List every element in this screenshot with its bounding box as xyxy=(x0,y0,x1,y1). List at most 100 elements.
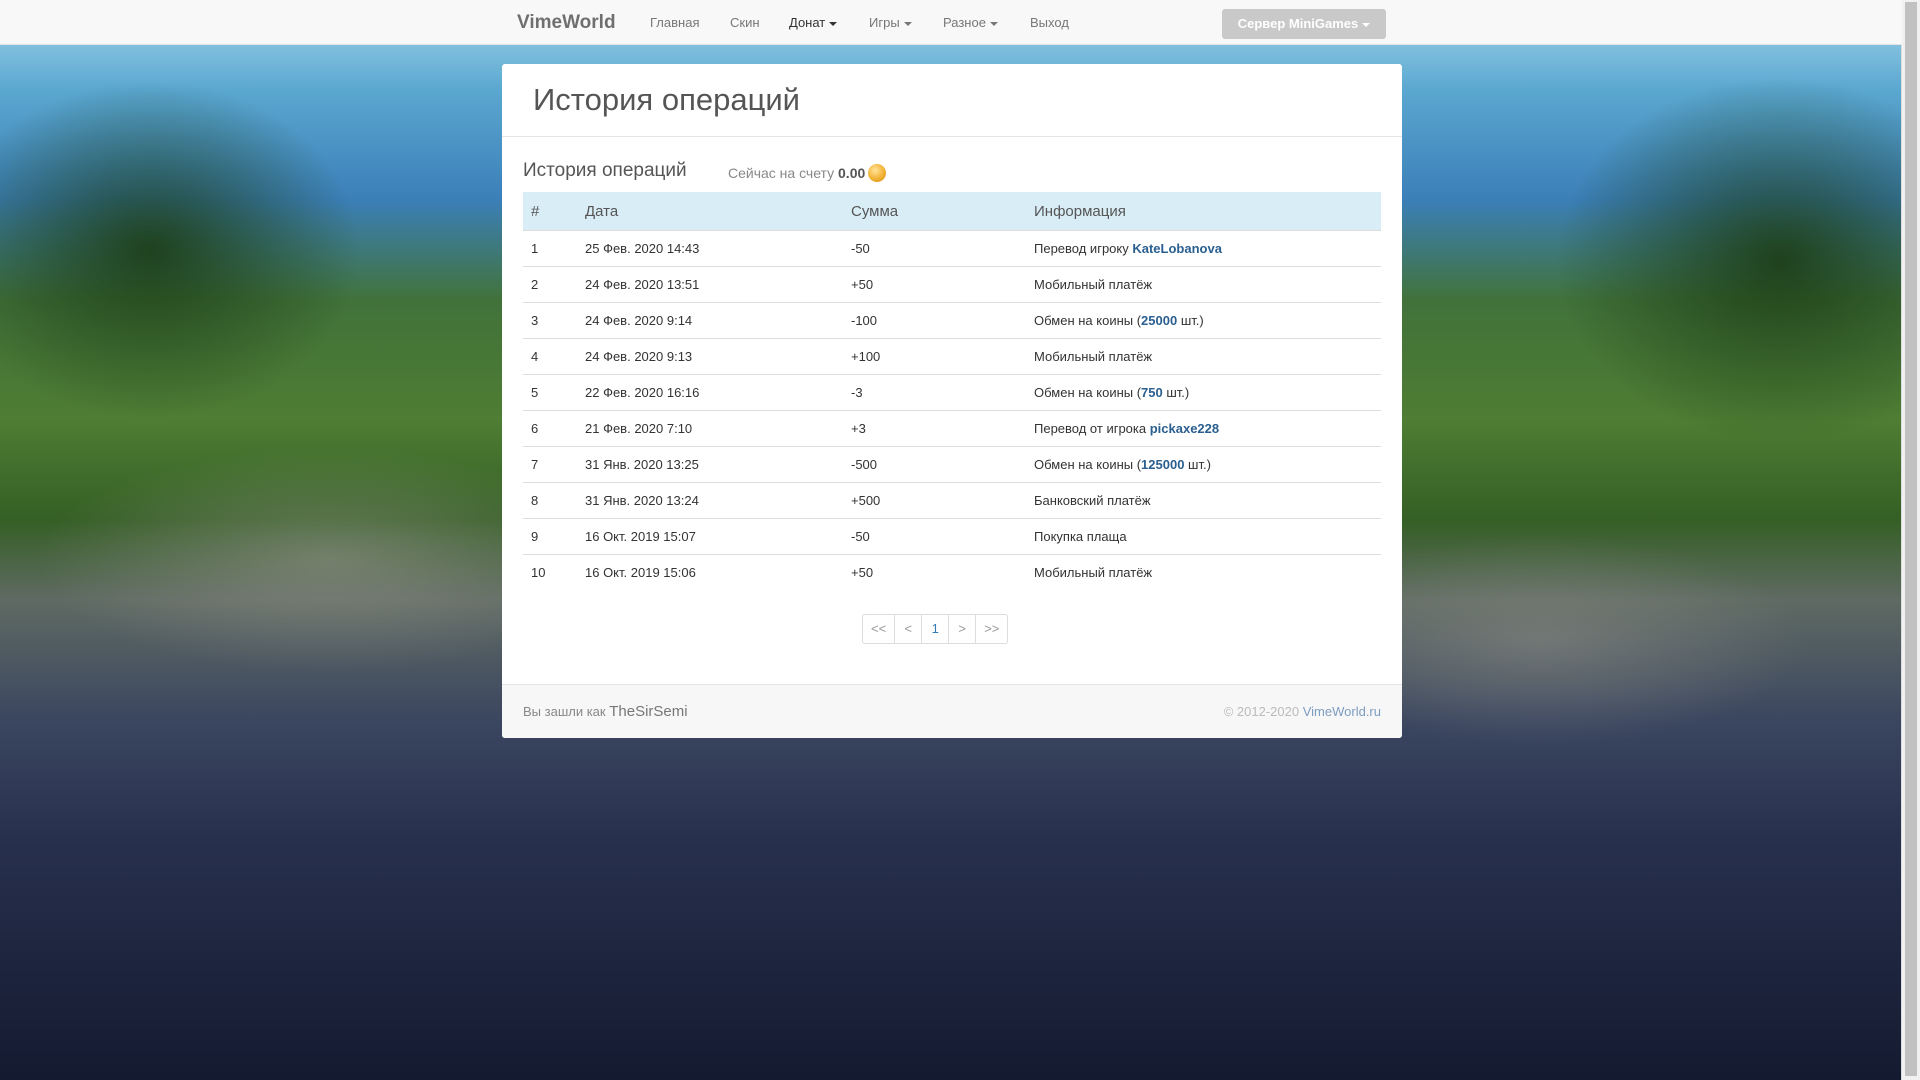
table-row: 5 22 Фев. 2020 16:16 -3 Обмен на коины (750… xyxy=(523,374,1381,411)
top-navbar: VimeWorld Главная Скин Донат Игры Разное… xyxy=(0,0,1902,45)
info-link[interactable]: KateLobanova xyxy=(1132,241,1222,256)
nav-item-donate-label: Донат xyxy=(789,15,826,30)
table-row: 9 16 Окт. 2019 15:07 -50 Покупка плаща xyxy=(523,518,1381,555)
cell-sum: +500 xyxy=(843,482,1026,519)
cell-sum: +100 xyxy=(843,338,1026,375)
column-header-info: Информация xyxy=(1034,202,1126,220)
operations-table-body: 1 25 Фев. 2020 14:43 -50 Перевод игроку Kat… xyxy=(523,230,1381,590)
cell-sum: -50 xyxy=(843,518,1026,555)
cell-sum: -50 xyxy=(843,230,1026,267)
info-text: Покупка плаща xyxy=(1034,529,1127,544)
nav-item-games[interactable]: Игры xyxy=(869,15,912,30)
header-divider xyxy=(502,136,1402,137)
pagination-first-button[interactable]: << xyxy=(862,614,896,644)
info-text: Перевод от игрока xyxy=(1034,421,1150,436)
info-text: Обмен на коины ( xyxy=(1034,313,1142,328)
info-text-suffix: шт.) xyxy=(1162,385,1190,400)
nav-item-skin[interactable]: Скин xyxy=(730,15,760,30)
cell-sum: -3 xyxy=(843,374,1026,411)
table-row: 8 31 Янв. 2020 13:24 +500 Банковский платёж xyxy=(523,482,1381,519)
pagination-next-button[interactable]: > xyxy=(948,614,977,644)
main-panel: История операций История операций Сейчас… xyxy=(502,64,1402,738)
cell-date: 16 Окт. 2019 15:06 xyxy=(577,554,843,590)
info-text: Перевод игроку xyxy=(1034,241,1133,256)
cell-number: 1 xyxy=(523,230,577,267)
brand-logo[interactable]: VimeWorld xyxy=(517,12,616,34)
info-text: Обмен на коины ( xyxy=(1034,457,1142,472)
cell-sum: +50 xyxy=(843,554,1026,590)
info-text: Мобильный платёж xyxy=(1034,349,1153,364)
nav-item-donate[interactable]: Донат xyxy=(789,15,838,30)
table-row: 3 24 Фев. 2020 9:14 -100 Обмен на коины (25… xyxy=(523,302,1381,339)
table-header-row: # Дата Сумма Информация xyxy=(523,192,1381,231)
cell-info: Перевод игроку KateLobanova xyxy=(1026,230,1381,267)
operations-table: # Дата Сумма Информация 1 25 Фев. 2020 14… xyxy=(523,192,1381,590)
info-link[interactable]: 25000 xyxy=(1141,313,1177,328)
nav-item-misc[interactable]: Разное xyxy=(943,15,998,30)
column-header-sum: Сумма xyxy=(851,202,899,220)
cell-info: Обмен на коины (25000 шт.) xyxy=(1026,302,1381,339)
page-scrollbar[interactable] xyxy=(1901,0,1920,1080)
cell-date: 24 Фев. 2020 9:13 xyxy=(577,338,843,375)
cell-info: Обмен на коины (125000 шт.) xyxy=(1026,446,1381,483)
nav-item-games-label: Игры xyxy=(869,15,900,30)
chevron-down-icon xyxy=(829,21,838,26)
cell-date: 16 Окт. 2019 15:07 xyxy=(577,518,843,555)
site-link[interactable]: VimeWorld.ru xyxy=(1303,704,1381,719)
table-row: 7 31 Янв. 2020 13:25 -500 Обмен на коины (1… xyxy=(523,446,1381,483)
chevron-down-icon xyxy=(903,21,912,26)
cell-number: 4 xyxy=(523,338,577,375)
pagination-prev-button[interactable]: < xyxy=(894,614,923,644)
nav-item-home[interactable]: Главная xyxy=(650,15,699,30)
table-row: 1 25 Фев. 2020 14:43 -50 Перевод игроку Kat… xyxy=(523,230,1381,267)
table-row: 10 16 Окт. 2019 15:06 +50 Мобильный платёж xyxy=(523,554,1381,590)
page-title: История операций xyxy=(533,82,800,117)
pagination: << <1 > >> xyxy=(862,614,1009,644)
info-link[interactable]: 125000 xyxy=(1141,457,1184,472)
cell-sum: -100 xyxy=(843,302,1026,339)
logged-in-label: Вы зашли как xyxy=(523,704,606,719)
pagination-page-1[interactable]: 1 xyxy=(921,614,950,644)
info-text: Банковский платёж xyxy=(1034,493,1151,508)
info-text: Мобильный платёж xyxy=(1034,565,1153,580)
nav-item-logout[interactable]: Выход xyxy=(1030,15,1069,30)
panel-footer: Вы зашли как TheSirSemi © 2012-2020 Vime… xyxy=(502,684,1402,738)
cell-date: 24 Фев. 2020 9:14 xyxy=(577,302,843,339)
logged-in-info: Вы зашли как TheSirSemi xyxy=(523,703,688,720)
cell-info: Покупка плаща xyxy=(1026,518,1381,555)
info-text: Мобильный платёж xyxy=(1034,277,1153,292)
coin-icon xyxy=(868,164,887,182)
cell-sum: -500 xyxy=(843,446,1026,483)
chevron-down-icon xyxy=(1362,22,1371,27)
chevron-down-icon xyxy=(989,21,998,26)
cell-sum: +3 xyxy=(843,410,1026,447)
info-link[interactable]: 750 xyxy=(1141,385,1163,400)
cell-number: 3 xyxy=(523,302,577,339)
cell-date: 24 Фев. 2020 13:51 xyxy=(577,266,843,303)
column-header-date: Дата xyxy=(585,202,619,220)
cell-number: 6 xyxy=(523,410,577,447)
cell-info: Банковский платёж xyxy=(1026,482,1381,519)
cell-date: 25 Фев. 2020 14:43 xyxy=(577,230,843,267)
table-row: 2 24 Фев. 2020 13:51 +50 Мобильный платёж xyxy=(523,266,1381,303)
copyright-text: © 2012-2020 xyxy=(1223,704,1300,719)
balance-indicator: Сейчас на счету 0.00 xyxy=(728,164,887,182)
section-heading: История операций xyxy=(523,160,687,181)
info-link[interactable]: pickaxe228 xyxy=(1150,421,1219,436)
pagination-last-button[interactable]: >> xyxy=(975,614,1009,644)
nav-item-misc-label: Разное xyxy=(943,15,986,30)
info-text-suffix: шт.) xyxy=(1177,313,1204,328)
cell-number: 5 xyxy=(523,374,577,411)
cell-number: 10 xyxy=(523,554,577,590)
scrollbar-thumb[interactable] xyxy=(1905,2,1917,1076)
cell-number: 8 xyxy=(523,482,577,519)
cell-sum: +50 xyxy=(843,266,1026,303)
copyright: © 2012-2020 VimeWorld.ru xyxy=(1224,704,1381,719)
cell-number: 2 xyxy=(523,266,577,303)
column-header-number: # xyxy=(531,202,540,220)
cell-info: Мобильный платёж xyxy=(1026,554,1381,590)
cell-info: Мобильный платёж xyxy=(1026,338,1381,375)
cell-number: 9 xyxy=(523,518,577,555)
table-row: 6 21 Фев. 2020 7:10 +3 Перевод от игрока pi… xyxy=(523,410,1381,447)
server-select-button[interactable]: Сервер MiniGames xyxy=(1222,9,1386,39)
